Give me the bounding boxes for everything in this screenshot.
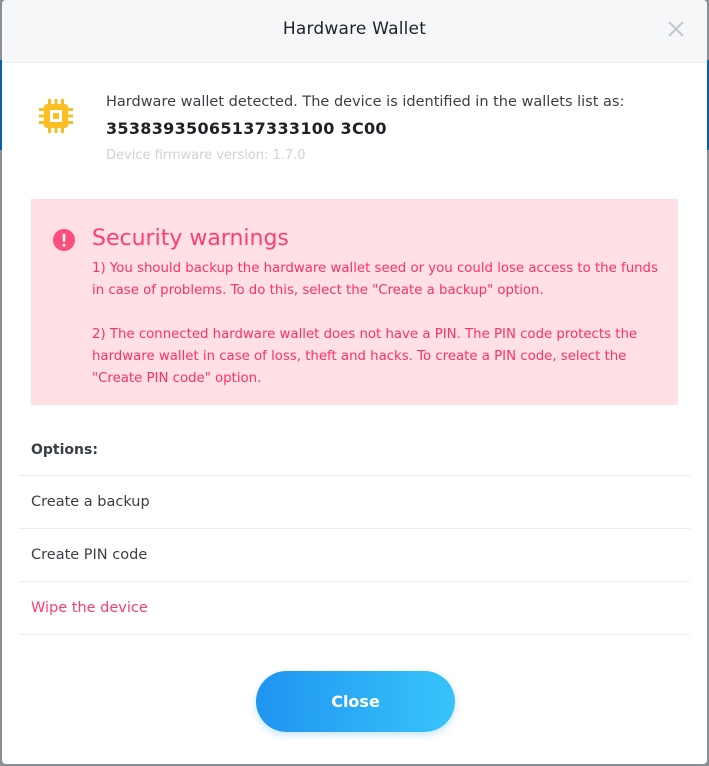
option-label: Wipe the device — [31, 600, 148, 616]
close-x-icon[interactable] — [665, 18, 687, 40]
options-label: Options: — [31, 442, 98, 458]
dialog-header: Hardware Wallet — [2, 0, 707, 63]
warning-item: 1) You should backup the hardware wallet… — [92, 261, 658, 298]
options-list: Create a backup Create PIN code Wipe the… — [19, 475, 690, 635]
option-label: Create PIN code — [31, 547, 148, 563]
option-create-pin[interactable]: Create PIN code — [19, 528, 690, 581]
device-info: Hardware wallet detected. The device is … — [36, 92, 686, 172]
firmware-version: Device firmware version: 1.7.0 — [106, 148, 306, 163]
chip-icon — [36, 96, 76, 136]
dialog-title: Hardware Wallet — [282, 19, 427, 39]
exclamation-circle-icon — [53, 229, 75, 251]
option-wipe-device[interactable]: Wipe the device — [19, 581, 690, 635]
warnings-text: 1) You should backup the hardware wallet… — [92, 258, 672, 412]
warning-item: 2) The connected hardware wallet does no… — [92, 327, 638, 386]
close-button[interactable]: Close — [256, 671, 455, 732]
hardware-wallet-dialog: Hardware Wallet Hardware wallet detected… — [2, 0, 707, 764]
security-warnings-box: Security warnings 1) You should backup t… — [31, 199, 678, 405]
device-detected-text: Hardware wallet detected. The device is … — [106, 94, 625, 110]
option-label: Create a backup — [31, 494, 150, 510]
option-create-backup[interactable]: Create a backup — [19, 475, 690, 528]
warnings-title: Security warnings — [92, 226, 289, 251]
device-id: 35383935065137333100 3C00 — [106, 119, 387, 138]
